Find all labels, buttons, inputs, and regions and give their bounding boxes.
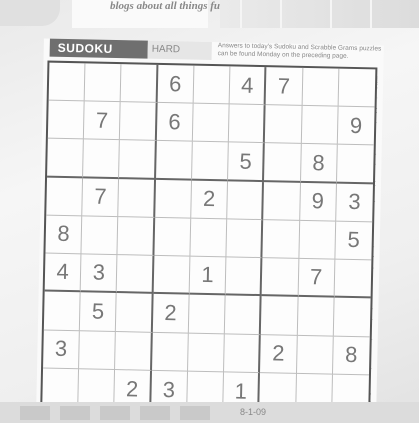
sudoku-cell-given: 8 <box>45 215 83 255</box>
sudoku-cell-empty[interactable] <box>262 219 300 259</box>
sudoku-cell-empty[interactable] <box>48 62 86 102</box>
sudoku-cell-empty[interactable] <box>224 295 262 335</box>
sudoku-cell-empty[interactable] <box>154 217 192 257</box>
sudoku-cell-empty[interactable] <box>297 297 335 337</box>
sudoku-cell-given: 9 <box>337 106 375 146</box>
sudoku-cell-empty[interactable] <box>117 255 155 295</box>
sudoku-cell-empty[interactable] <box>43 291 81 331</box>
sudoku-puzzle: SUDOKU HARD Answers to today's Sudoku an… <box>36 38 384 420</box>
sudoku-cell-given: 2 <box>191 180 229 220</box>
sudoku-cell-given: 2 <box>152 294 190 334</box>
sudoku-cell-empty[interactable] <box>46 177 84 217</box>
sudoku-cell-empty[interactable] <box>190 218 228 258</box>
sudoku-cell-empty[interactable] <box>191 142 229 182</box>
sudoku-cell-given: 9 <box>299 182 337 222</box>
sudoku-cell-given: 1 <box>189 256 227 296</box>
sudoku-cell-empty[interactable] <box>155 141 193 181</box>
sudoku-cell-given: 7 <box>298 258 336 298</box>
sudoku-cell-given: 5 <box>80 292 118 332</box>
sudoku-cell-empty[interactable] <box>115 331 153 371</box>
sudoku-cell-empty[interactable] <box>263 181 301 221</box>
sudoku-cell-empty[interactable] <box>336 145 374 185</box>
sudoku-cell-given: 4 <box>229 66 267 106</box>
sudoku-cell-empty[interactable] <box>117 216 155 256</box>
sudoku-cell-empty[interactable] <box>193 65 231 105</box>
sudoku-cell-given: 3 <box>43 330 81 370</box>
sudoku-cell-empty[interactable] <box>116 293 154 333</box>
sudoku-grid: 64776958729385431752328231 <box>40 60 378 416</box>
sudoku-cell-empty[interactable] <box>120 102 158 142</box>
sudoku-cell-empty[interactable] <box>188 294 226 334</box>
sudoku-cell-empty[interactable] <box>83 139 121 179</box>
sudoku-cell-empty[interactable] <box>298 220 336 260</box>
newspaper-fragment-right <box>220 0 419 28</box>
sudoku-cell-empty[interactable] <box>334 259 372 299</box>
sudoku-cell-given: 7 <box>265 67 303 107</box>
sudoku-cell-given: 5 <box>335 221 373 261</box>
sudoku-cell-empty[interactable] <box>225 257 263 297</box>
sudoku-cell-empty[interactable] <box>84 63 122 103</box>
sudoku-cell-empty[interactable] <box>261 258 299 298</box>
sudoku-cell-empty[interactable] <box>153 255 191 295</box>
sudoku-cell-empty[interactable] <box>296 335 334 375</box>
sudoku-cell-empty[interactable] <box>264 143 302 183</box>
sudoku-cell-empty[interactable] <box>265 105 303 145</box>
sudoku-cell-empty[interactable] <box>187 333 225 373</box>
sudoku-cell-empty[interactable] <box>154 179 192 219</box>
sudoku-cell-empty[interactable] <box>333 297 371 337</box>
sudoku-cell-empty[interactable] <box>118 178 156 218</box>
sudoku-cell-empty[interactable] <box>301 106 339 146</box>
sudoku-cell-empty[interactable] <box>226 219 264 259</box>
answers-note: Answers to today's Sudoku and Scrabble G… <box>217 42 382 60</box>
sudoku-cell-given: 8 <box>332 336 370 376</box>
sudoku-cell-empty[interactable] <box>192 103 230 143</box>
sudoku-cell-empty[interactable] <box>47 100 85 140</box>
sudoku-cell-given: 6 <box>156 103 194 143</box>
sudoku-cell-given: 8 <box>300 144 338 184</box>
sudoku-cell-given: 7 <box>82 177 120 217</box>
sudoku-cell-given: 7 <box>84 101 122 141</box>
sudoku-cell-given: 4 <box>44 253 82 293</box>
difficulty-label: HARD <box>147 40 212 60</box>
sudoku-cell-empty[interactable] <box>47 139 85 178</box>
sudoku-cell-empty[interactable] <box>81 216 119 256</box>
sudoku-cell-empty[interactable] <box>79 330 117 370</box>
footer-date: 8-1-09 <box>240 407 267 417</box>
sudoku-cell-given: 6 <box>157 64 195 104</box>
page-footer <box>0 402 419 423</box>
sudoku-cell-empty[interactable] <box>227 181 265 220</box>
sudoku-cell-empty[interactable] <box>121 64 159 104</box>
sudoku-cell-empty[interactable] <box>119 140 157 180</box>
sudoku-cell-given: 3 <box>335 183 373 223</box>
sudoku-cell-given: 2 <box>260 334 298 374</box>
newspaper-fragment-left <box>0 0 60 26</box>
sudoku-cell-empty[interactable] <box>338 68 376 108</box>
sudoku-cell-empty[interactable] <box>302 67 340 107</box>
puzzle-title: SUDOKU <box>49 38 148 59</box>
sudoku-cell-empty[interactable] <box>224 333 262 373</box>
sudoku-cell-empty[interactable] <box>261 296 299 336</box>
sudoku-cell-given: 3 <box>80 254 118 294</box>
sudoku-cell-empty[interactable] <box>228 104 266 144</box>
sudoku-cell-empty[interactable] <box>151 332 189 372</box>
sudoku-cell-given: 5 <box>228 142 266 182</box>
